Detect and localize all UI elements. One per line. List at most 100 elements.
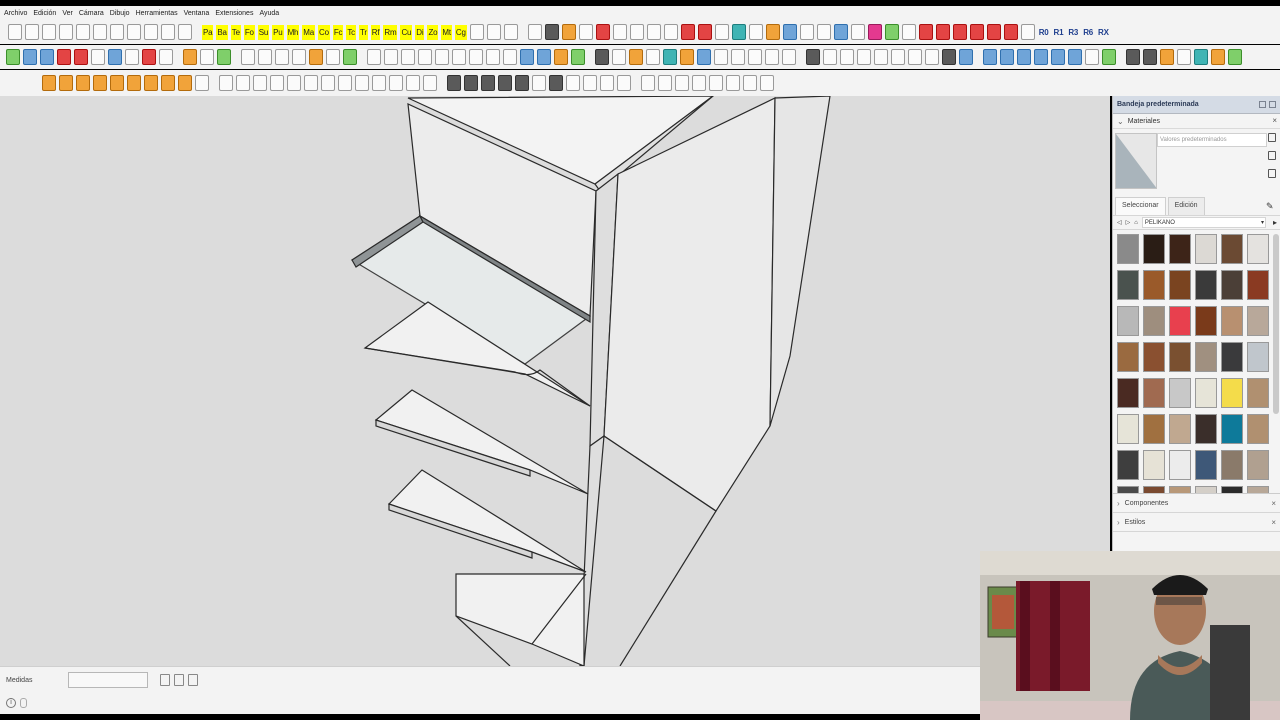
material-swatch[interactable]	[1143, 414, 1165, 444]
sphere-green-icon[interactable]	[217, 49, 231, 65]
rotate-left-icon[interactable]	[125, 49, 139, 65]
balloon-icon[interactable]	[183, 49, 197, 65]
green-tool-icon[interactable]	[884, 24, 899, 40]
material-swatch[interactable]	[1169, 234, 1191, 264]
details-arrow-icon[interactable]: ▸	[1273, 218, 1277, 227]
target-tool-icon[interactable]	[731, 24, 746, 40]
zoom-icon[interactable]	[481, 75, 495, 91]
material-swatch[interactable]	[1169, 342, 1191, 372]
door-f-icon[interactable]	[452, 49, 466, 65]
rotate-r3-button[interactable]: R3	[1067, 25, 1079, 40]
hidden-line-icon[interactable]	[372, 75, 386, 91]
close-panel-icon[interactable]: ×	[1271, 518, 1276, 527]
close-x-icon[interactable]	[1020, 24, 1035, 40]
material-swatch[interactable]	[1117, 378, 1139, 408]
door-i-icon[interactable]	[503, 49, 517, 65]
redo-icon[interactable]	[144, 24, 158, 40]
material-swatch[interactable]	[1169, 306, 1191, 336]
material-swatch[interactable]	[1117, 234, 1139, 264]
material-swatch[interactable]	[1143, 378, 1165, 408]
plugin-button-pu[interactable]: Pu	[272, 24, 284, 40]
cut-icon[interactable]	[59, 24, 73, 40]
orange-rect-icon[interactable]	[629, 49, 643, 65]
frame-e-icon[interactable]	[891, 49, 905, 65]
pin-icon[interactable]	[1177, 49, 1191, 65]
menu-extensiones[interactable]: Extensiones	[215, 10, 253, 17]
list-status-icon[interactable]	[174, 674, 184, 686]
layout-tool-icon[interactable]	[816, 24, 831, 40]
outline-e-icon[interactable]	[1051, 49, 1065, 65]
menu-herramientas[interactable]: Herramientas	[136, 10, 178, 17]
view-left-icon[interactable]	[304, 75, 318, 91]
target-blue-icon[interactable]	[1194, 49, 1208, 65]
view-iso-icon[interactable]	[219, 75, 233, 91]
material-swatch[interactable]	[1221, 450, 1243, 480]
shaded-icon[interactable]	[389, 75, 403, 91]
material-swatch[interactable]	[1247, 486, 1269, 493]
material-swatch[interactable]	[1221, 378, 1243, 408]
shelf-icon[interactable]	[520, 49, 534, 65]
book-tool-icon[interactable]	[765, 24, 780, 40]
plugin-button-zo[interactable]: Zo	[427, 24, 439, 40]
menu-dibujo[interactable]: Dibujo	[110, 10, 130, 17]
solid-f-icon[interactable]	[726, 75, 740, 91]
plugin-button-su[interactable]: Su	[257, 24, 270, 40]
grid-tool-icon[interactable]	[503, 24, 518, 40]
material-swatch[interactable]	[1195, 378, 1217, 408]
outline-c-icon[interactable]	[1017, 49, 1031, 65]
door-g-icon[interactable]	[469, 49, 483, 65]
forward-arrow-icon[interactable]: ▷	[1126, 219, 1131, 226]
material-swatch[interactable]	[1247, 270, 1269, 300]
model-info-icon[interactable]	[178, 24, 192, 40]
edge-band-icon[interactable]	[42, 75, 56, 91]
plugin-button-di[interactable]: Di	[415, 24, 425, 40]
plugin-button-cg[interactable]: Cg	[454, 24, 467, 40]
tab-seleccionar[interactable]: Seleccionar	[1115, 197, 1166, 215]
dash-icon[interactable]	[1085, 49, 1099, 65]
plugin-button-fc[interactable]: Fc	[332, 24, 344, 40]
rotate-r0-button[interactable]: R0	[1038, 25, 1050, 40]
sample-paint-icon[interactable]	[1268, 151, 1276, 160]
handle-icon[interactable]	[612, 49, 626, 65]
new-file-icon[interactable]	[8, 24, 22, 40]
material-name-field[interactable]: Valores predeterminados	[1157, 133, 1267, 147]
pointer-icon[interactable]	[91, 49, 105, 65]
materials-panel-header[interactable]: ⌄ Materiales ×	[1113, 114, 1280, 129]
sphere-orange-icon[interactable]	[161, 75, 175, 91]
material-swatch[interactable]	[1221, 342, 1243, 372]
grid-a-icon[interactable]	[241, 49, 255, 65]
material-swatch[interactable]	[1143, 234, 1165, 264]
create-material-icon[interactable]	[1268, 169, 1276, 178]
edge-tool-icon[interactable]	[663, 24, 678, 40]
door-c-icon[interactable]	[401, 49, 415, 65]
orbit-icon[interactable]	[447, 75, 461, 91]
swatch-scrollbar[interactable]	[1273, 234, 1279, 414]
clip-icon[interactable]	[159, 49, 173, 65]
solid-a-icon[interactable]	[641, 75, 655, 91]
lock-icon[interactable]	[1268, 133, 1276, 142]
menu-camara[interactable]: Cámara	[79, 10, 104, 17]
material-swatch[interactable]	[1195, 234, 1217, 264]
material-swatch[interactable]	[1247, 306, 1269, 336]
triangle-icon[interactable]	[93, 75, 107, 91]
fill-icon[interactable]	[942, 49, 956, 65]
section-plane-icon[interactable]	[600, 75, 614, 91]
red-rect-4-icon[interactable]	[986, 24, 1001, 40]
door-d-icon[interactable]	[418, 49, 432, 65]
material-swatch[interactable]	[1117, 450, 1139, 480]
back-arrow-icon[interactable]: ◁	[1117, 219, 1122, 226]
solid-e-icon[interactable]	[709, 75, 723, 91]
material-swatch[interactable]	[1143, 270, 1165, 300]
cylinder-icon[interactable]	[195, 75, 209, 91]
ellipse-icon[interactable]	[178, 75, 192, 91]
plugin-button-cu[interactable]: Cu	[400, 24, 413, 40]
view-front-icon[interactable]	[253, 75, 267, 91]
rotate-tool-icon[interactable]	[527, 24, 542, 40]
outline-b-icon[interactable]	[1000, 49, 1014, 65]
rotate-right-icon[interactable]	[142, 49, 156, 65]
diag-icon[interactable]	[1102, 49, 1116, 65]
plugin-button-tc[interactable]: Tc	[346, 24, 356, 40]
material-swatch[interactable]	[1169, 270, 1191, 300]
material-swatch[interactable]	[1221, 234, 1243, 264]
material-swatch[interactable]	[1221, 486, 1243, 493]
